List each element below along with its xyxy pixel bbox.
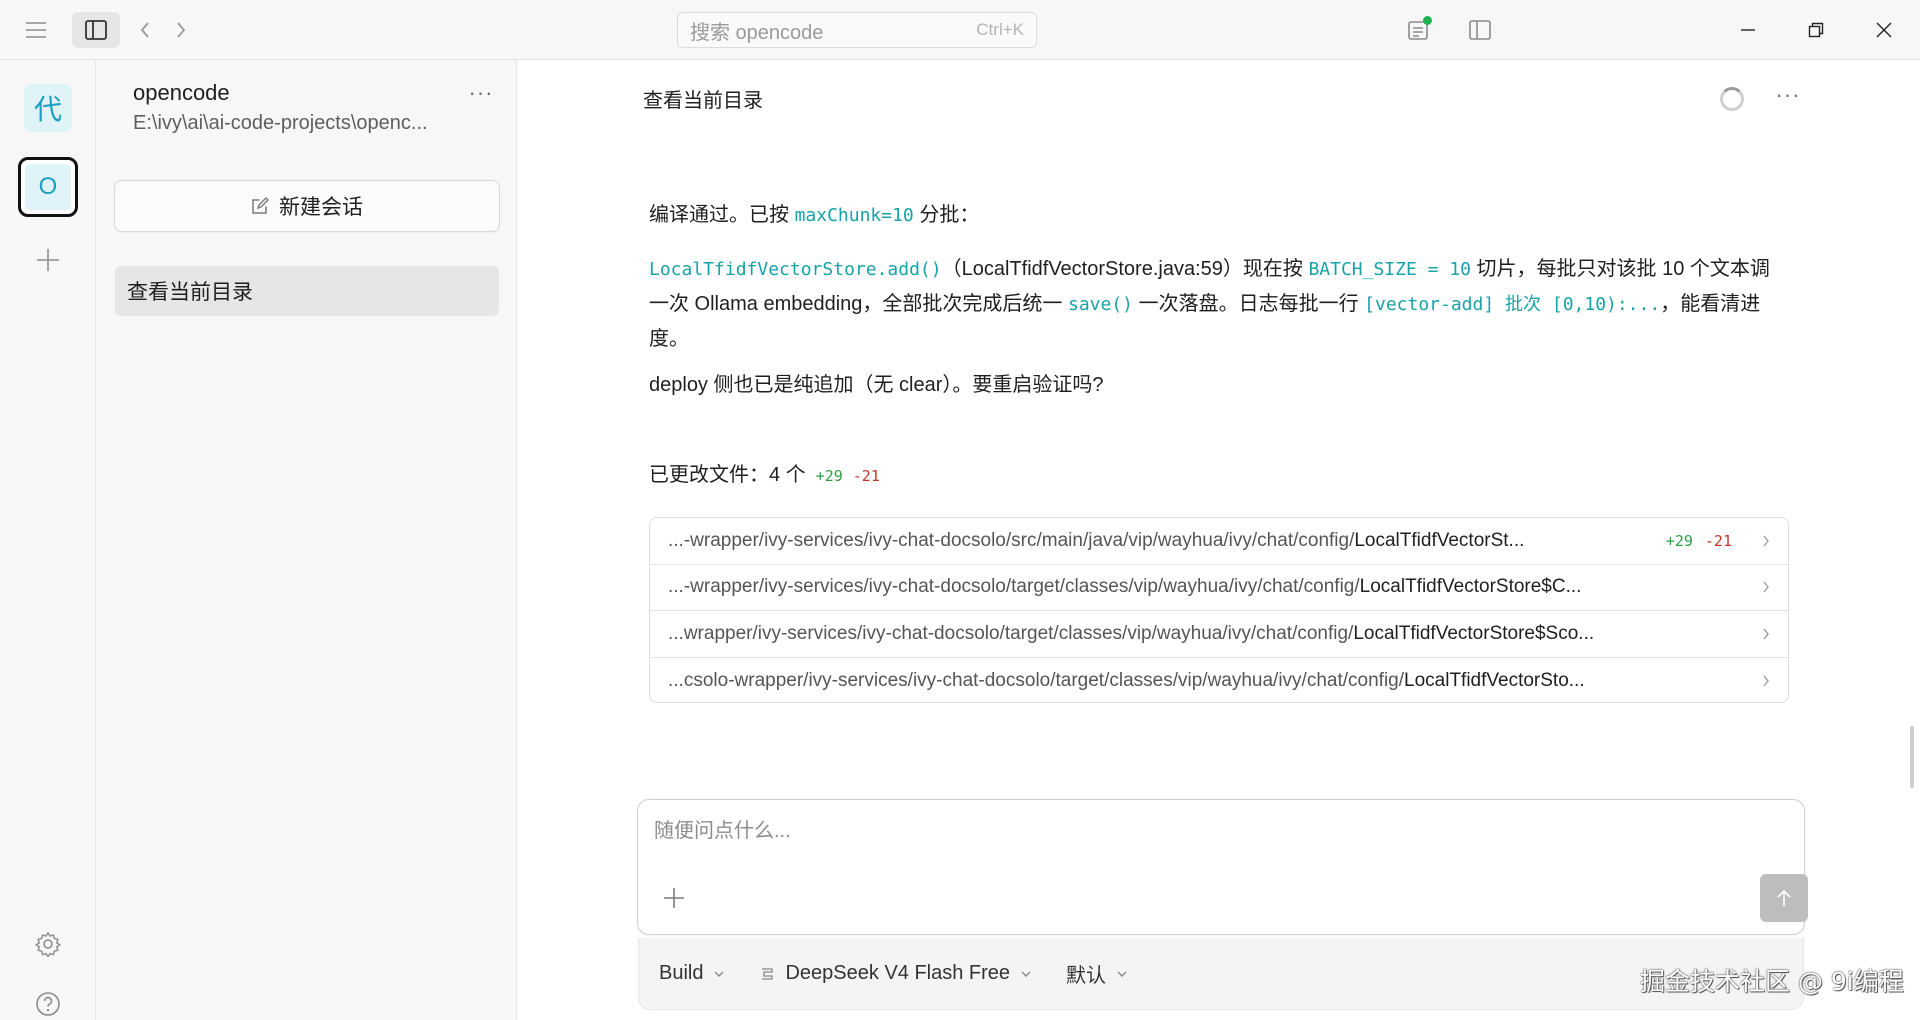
menu-icon[interactable] — [20, 14, 52, 46]
changed-file-row[interactable]: ...-wrapper/ivy-services/ivy-chat-docsol… — [650, 518, 1788, 565]
loading-spinner-icon — [1720, 87, 1744, 111]
session-sidebar: opencode E:\ivy\ai\ai-code-projects\open… — [97, 60, 517, 1020]
project-avatar-2-label: O — [25, 164, 71, 210]
file-dir: ...-wrapper/ivy-services/ivy-chat-docsol… — [668, 529, 1355, 551]
search-shortcut: Ctrl+K — [976, 20, 1024, 39]
conversation-title: 查看当前目录 — [643, 90, 763, 112]
project-name: opencode — [133, 80, 230, 105]
changed-files-label: 已更改文件：4 个 — [649, 464, 806, 486]
forward-icon[interactable] — [166, 14, 196, 46]
window-minimize-icon[interactable] — [1728, 12, 1768, 48]
inline-code: BATCH_SIZE = 10 — [1308, 259, 1471, 280]
model-select-value: DeepSeek V4 Flash Free — [785, 962, 1011, 984]
composer-toolbar: Build DeepSeek V4 Flash Free 默认 — [638, 938, 1804, 1010]
toggle-sidebar-icon[interactable] — [72, 12, 120, 48]
review-status-dot — [1423, 16, 1432, 25]
agent-select-value: Build — [659, 962, 704, 984]
title-bar: 搜索 opencode Ctrl+K — [0, 0, 1920, 60]
session-item[interactable]: 查看当前目录 — [115, 266, 499, 316]
text: 分批： — [913, 204, 980, 226]
project-more-icon[interactable]: ··· — [463, 80, 499, 108]
file-dir: ...wrapper/ivy-services/ivy-chat-docsolo… — [668, 622, 1354, 644]
chevron-right-icon — [1762, 535, 1770, 547]
project-avatar-1[interactable]: 代 — [24, 84, 72, 132]
changed-file-row[interactable]: ...wrapper/ivy-services/ivy-chat-docsolo… — [650, 611, 1788, 658]
file-lines-removed: -21 — [1704, 531, 1732, 550]
lines-added: +29 — [815, 467, 843, 485]
chevron-right-icon — [1762, 581, 1770, 593]
file-lines-added: +29 — [1665, 531, 1693, 550]
new-session-label: 新建会话 — [279, 196, 363, 219]
arrow-up-icon — [1777, 889, 1791, 906]
changed-file-row[interactable]: ...-wrapper/ivy-services/ivy-chat-docsol… — [650, 565, 1788, 611]
back-icon[interactable] — [130, 14, 160, 46]
assistant-paragraph-2: LocalTfidfVectorStore.add()（LocalTfidfVe… — [649, 252, 1789, 357]
edit-icon — [251, 197, 269, 215]
variant-select[interactable]: 默认 — [1066, 959, 1128, 988]
assistant-paragraph-3: deploy 侧也已是纯追加（无 clear）。要重启验证吗? — [649, 374, 1104, 396]
chevron-right-icon — [1762, 675, 1770, 687]
conversation-more-icon[interactable]: ··· — [1770, 82, 1806, 110]
project-avatar-2-selected[interactable]: O — [18, 157, 78, 217]
text: 编译通过。已按 — [649, 204, 795, 226]
conversation-panel: 查看当前目录 ··· 编译通过。已按 maxChunk=10 分批： Local… — [518, 60, 1920, 1020]
inline-code: LocalTfidfVectorStore.add() — [649, 259, 942, 280]
chevron-down-icon — [1116, 970, 1128, 978]
changed-file-row[interactable]: ...csolo-wrapper/ivy-services/ivy-chat-d… — [650, 658, 1788, 703]
file-stats: +29 -21 — [1666, 532, 1732, 550]
assistant-paragraph-1: 编译通过。已按 maxChunk=10 分批： — [649, 198, 1789, 233]
new-session-button[interactable]: 新建会话 — [114, 180, 500, 232]
file-dir: ...-wrapper/ivy-services/ivy-chat-docsol… — [668, 576, 1360, 598]
scrollbar-thumb[interactable] — [1910, 726, 1914, 788]
model-select[interactable]: DeepSeek V4 Flash Free — [759, 962, 1032, 985]
file-name: LocalTfidfVectorStore$C... — [1359, 576, 1582, 598]
chevron-right-icon — [1762, 628, 1770, 640]
prompt-input[interactable] — [654, 814, 1754, 854]
file-dir: ...csolo-wrapper/ivy-services/ivy-chat-d… — [668, 669, 1405, 691]
attach-plus-icon[interactable] — [660, 884, 688, 912]
inline-code: save() — [1067, 294, 1134, 315]
project-path: E:\ivy\ai\ai-code-projects\openc... — [133, 112, 428, 134]
inline-code: maxChunk=10 — [794, 205, 914, 226]
file-name: LocalTfidfVectorStore$Sco... — [1353, 622, 1595, 644]
chevron-down-icon — [713, 970, 725, 978]
project-rail: 代 O — [0, 60, 96, 1020]
changed-files-header: 已更改文件：4 个 +29 -21 — [649, 458, 880, 487]
review-icon[interactable] — [1400, 12, 1436, 48]
help-icon[interactable] — [30, 986, 66, 1020]
inline-code: [vector-add] 批次 [0,10):... — [1364, 294, 1661, 315]
session-title: 查看当前目录 — [127, 281, 253, 304]
text: （LocalTfidfVectorStore.java:59）现在按 — [941, 258, 1309, 280]
text: 一次落盘。日志每批一行 — [1133, 293, 1365, 315]
plus-icon[interactable] — [30, 242, 66, 278]
search-box[interactable]: 搜索 opencode Ctrl+K — [677, 12, 1037, 48]
toggle-right-panel-icon[interactable] — [1462, 12, 1498, 48]
lines-removed: -21 — [852, 467, 880, 485]
chevron-down-icon — [1020, 970, 1032, 978]
search-placeholder: 搜索 opencode — [690, 21, 824, 44]
changed-files-list: ...-wrapper/ivy-services/ivy-chat-docsol… — [649, 517, 1789, 703]
send-button[interactable] — [1760, 874, 1808, 922]
watermark: 掘金技术社区 @ 9i编程 — [1640, 967, 1904, 996]
window-close-icon[interactable] — [1864, 12, 1904, 48]
prompt-composer — [637, 799, 1808, 935]
gear-icon[interactable] — [30, 926, 66, 962]
file-name: LocalTfidfVectorSt... — [1354, 529, 1525, 551]
window-restore-icon[interactable] — [1796, 12, 1836, 48]
agent-select[interactable]: Build — [659, 962, 725, 985]
file-name: LocalTfidfVectorSto... — [1404, 669, 1585, 691]
model-provider-icon — [759, 966, 775, 982]
variant-select-value: 默认 — [1066, 965, 1107, 987]
